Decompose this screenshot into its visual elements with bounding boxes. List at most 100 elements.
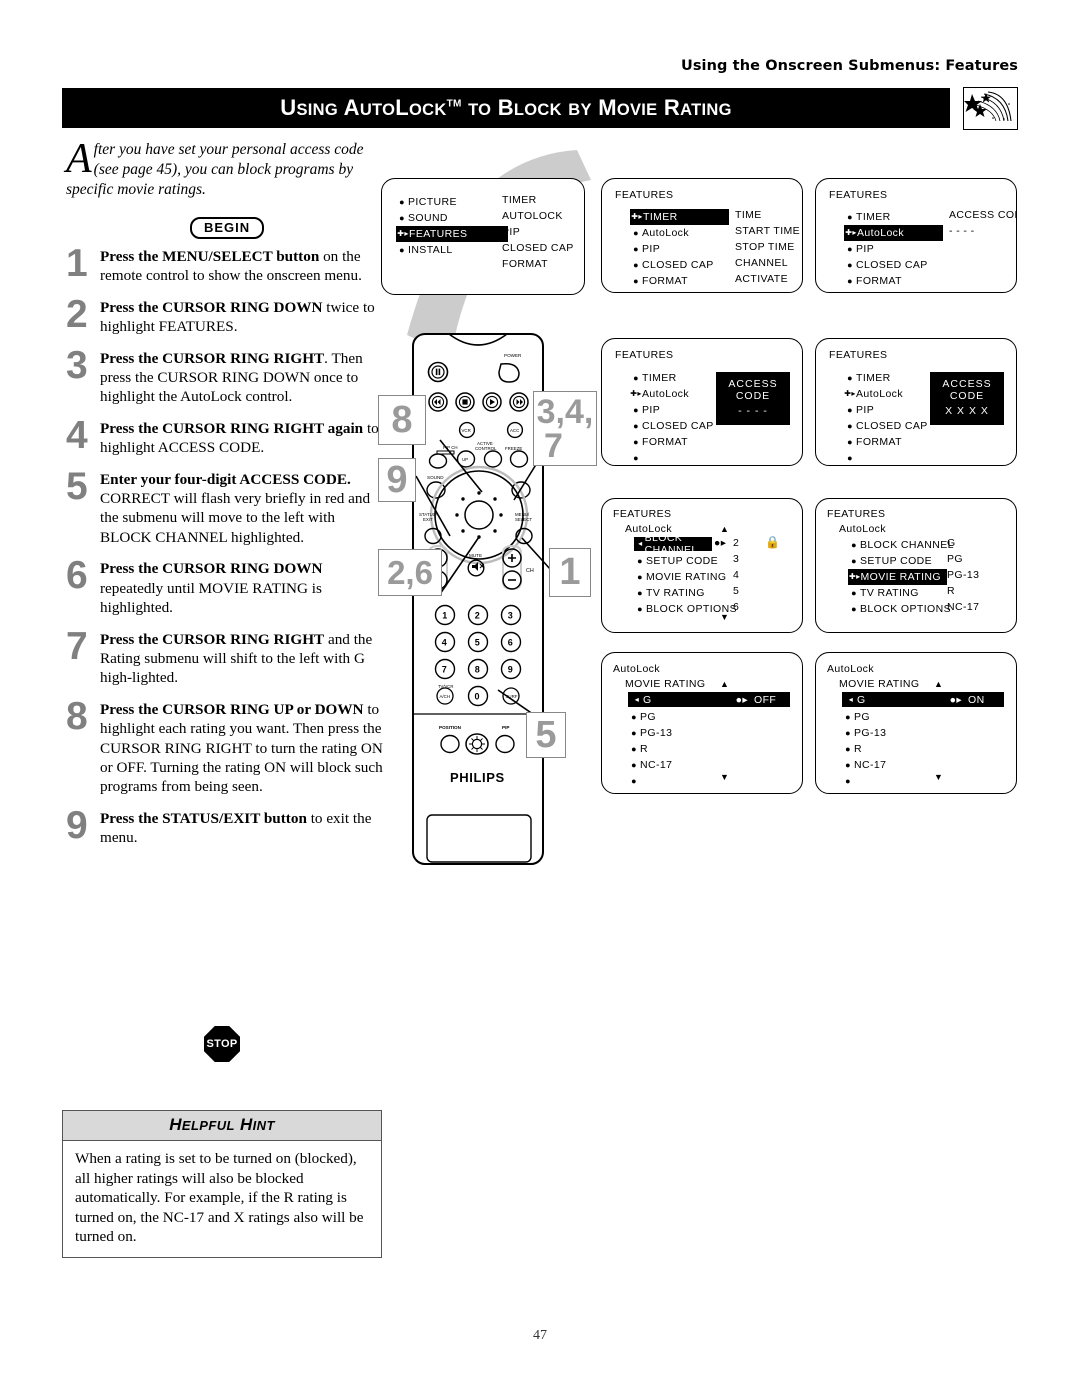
menu-item-pip[interactable]: ● PIP xyxy=(630,402,714,418)
menu-item-block-options[interactable]: ● BLOCK OPTIONS xyxy=(848,601,954,617)
menu-item-label: CLOSED CAP xyxy=(856,420,928,432)
scroll-down-arrow[interactable]: ▼ xyxy=(720,613,729,622)
rating-label: R xyxy=(640,743,648,755)
helpful-hint-box: HELPFUL HINT When a rating is set to be … xyxy=(62,1110,382,1258)
rating-item-pg[interactable]: ● PG xyxy=(842,709,886,725)
screen-features-timer: FEATURES ✚▸ TIMER ● AutoLock ● PIP ● CLOSED … xyxy=(601,178,803,293)
bullet-icon: ● xyxy=(847,453,853,463)
bullet-icon: ● xyxy=(847,437,853,447)
menu-item-autolock[interactable]: ✚▸ AutoLock xyxy=(844,225,943,241)
access-code-title: ACCESS CODE xyxy=(728,378,778,402)
rating-item-r[interactable]: ● R xyxy=(628,741,672,757)
step-text: Press the STATUS/EXIT button to exit the… xyxy=(100,807,386,848)
rating-item-pg13[interactable]: ● PG-13 xyxy=(628,725,672,741)
step-text: Press the CURSOR RING RIGHT again to hig… xyxy=(100,417,386,458)
rating-value: OFF xyxy=(754,693,777,706)
features-left-column: ✚▸ TIMER ● AutoLock ● PIP ● CLOSED CAP ● FORM… xyxy=(630,209,729,292)
scroll-up-arrow[interactable]: ▲ xyxy=(720,680,729,689)
rating-item-nc17[interactable]: ● NC-17 xyxy=(842,757,886,773)
step-bold: Press the CURSOR RING UP or DOWN xyxy=(100,700,364,718)
screen-subheader: MOVIE RATING xyxy=(839,678,920,690)
bullet-icon: ● xyxy=(851,540,857,550)
bullet-icon: ● xyxy=(633,453,639,463)
menu-item-value: PG-13 xyxy=(947,569,980,581)
menu-item-tv-rating[interactable]: ● TV RATING xyxy=(634,585,737,601)
menu-item-format[interactable]: ● FORMAT xyxy=(844,273,943,289)
step-bold: Press the CURSOR RING DOWN xyxy=(100,560,323,578)
menu-item-autolock[interactable]: ✚▸ AutoLock xyxy=(630,386,714,402)
menu-item-closed-cap[interactable]: ● CLOSED CAP xyxy=(630,257,729,273)
features-right-column: ACCESS CODE - - - - xyxy=(949,209,1016,241)
step-text: Enter your four-digit ACCESS CODE. CORRE… xyxy=(100,468,386,548)
menu-item-timer[interactable]: ● TIMER xyxy=(844,209,943,225)
menu-item-format[interactable]: ● FORMAT xyxy=(630,273,729,289)
menu-item-movie-rating[interactable]: ● MOVIE RATING xyxy=(634,569,737,585)
step-text: Press the CURSOR RING RIGHT and the Rati… xyxy=(100,628,386,688)
step-number: 6 xyxy=(66,554,88,598)
rating-item-nc17[interactable]: ● NC-17 xyxy=(628,757,672,773)
menu-item-timer[interactable]: ✚▸ TIMER xyxy=(630,209,729,225)
menu-item-timer[interactable]: ● TIMER xyxy=(844,370,928,386)
step-bold: Press the CURSOR RING DOWN xyxy=(100,298,323,316)
rating-label: PG-13 xyxy=(640,727,673,739)
scroll-down-arrow[interactable]: ▼ xyxy=(934,773,943,782)
menu-item-value: 5 xyxy=(733,585,740,597)
rating-item-r[interactable]: ● R xyxy=(842,741,886,757)
access-code-value: X X X X xyxy=(945,405,989,417)
menu-item-label: TIMER xyxy=(856,372,891,384)
callout-label: 8 xyxy=(391,398,413,441)
menu-item-label: PICTURE xyxy=(408,196,457,208)
menu-item-tv-rating[interactable]: ● TV RATING xyxy=(848,585,954,601)
menu-item-block-channel[interactable]: ◂ BLOCK CHANNEL xyxy=(634,532,712,556)
menu-item-pip[interactable]: ● PIP xyxy=(844,402,928,418)
menu-item-closed-cap[interactable]: ● CLOSED CAP xyxy=(630,418,714,434)
submenu-label: AUTOLOCK xyxy=(502,210,563,222)
menu-item-label: SOUND xyxy=(408,212,448,224)
bullet-icon: ● xyxy=(633,244,639,254)
cursor-right-icon: ●▸ xyxy=(735,693,748,706)
scroll-up-arrow[interactable]: ▲ xyxy=(934,680,943,689)
menu-item-autolock[interactable]: ● AutoLock xyxy=(630,225,729,241)
stop-label: STOP xyxy=(206,1038,238,1050)
menu-item-timer[interactable]: ● TIMER xyxy=(630,370,714,386)
menu-item-label: BLOCK OPTIONS xyxy=(860,603,951,615)
rating-item-pg13[interactable]: ● PG-13 xyxy=(842,725,886,741)
menu-item-movie-rating[interactable]: ✚▸ MOVIE RATING xyxy=(848,569,954,585)
menu-item-picture[interactable]: ● PICTURE xyxy=(396,194,508,210)
screen-rating-off: AutoLock MOVIE RATING ▲ ◂ G ●▸ OFF ● PG ● P… xyxy=(601,652,803,794)
features-left-column: ● TIMER ✚▸ AutoLock ● PIP ● CLOSED CAP ● FORM… xyxy=(844,370,928,465)
menu-item-label: SETUP CODE xyxy=(646,555,719,567)
callout-9: 9 xyxy=(378,458,416,502)
screen-header: FEATURES xyxy=(827,508,886,520)
menu-item-autolock[interactable]: ✚▸ AutoLock xyxy=(844,386,928,402)
features-left-column: ● TIMER ✚▸ AutoLock ● PIP ● CLOSED CAP ● FORM… xyxy=(844,209,943,292)
cursor-ring-icon: ✚▸ xyxy=(631,212,643,221)
menu-item-format[interactable]: ● FORMAT xyxy=(630,434,714,450)
menu-item-setup-code[interactable]: ● SETUP CODE xyxy=(634,553,737,569)
menu-item-pip[interactable]: ● PIP xyxy=(630,241,729,257)
rating-item-g[interactable]: ◂ G ●▸ ON xyxy=(842,692,1004,707)
menu-item-label: TV RATING xyxy=(860,587,919,599)
rating-item-g[interactable]: ◂ G ●▸ OFF xyxy=(628,692,790,707)
block-channel-value: 2 xyxy=(733,537,740,549)
menu-item-features[interactable]: ✚▸ FEATURES xyxy=(396,226,508,242)
rating-item-pg[interactable]: ● PG xyxy=(628,709,672,725)
callout-2-6: 2,6 xyxy=(378,549,442,596)
menu-item-install[interactable]: ● INSTALL xyxy=(396,242,508,258)
step-item: 8 Press the CURSOR RING UP or DOWN to hi… xyxy=(66,697,386,797)
menu-item-value: 3 xyxy=(733,553,740,565)
scroll-down-arrow[interactable]: ▼ xyxy=(720,773,729,782)
menu-item-block-channel[interactable]: ● BLOCK CHANNEL xyxy=(848,537,954,553)
scroll-up-arrow[interactable]: ▲ xyxy=(720,525,729,534)
menu-item-format[interactable]: ● FORMAT xyxy=(844,434,928,450)
menu-item-label: TV RATING xyxy=(646,587,705,599)
menu-item-pip[interactable]: ● PIP xyxy=(844,241,943,257)
cursor-ring-icon: ✚▸ xyxy=(397,229,409,238)
bullet-icon: ● xyxy=(633,373,639,383)
menu-item-setup-code[interactable]: ● SETUP CODE xyxy=(848,553,954,569)
menu-item-sound[interactable]: ● SOUND xyxy=(396,210,508,226)
screen-header: FEATURES xyxy=(829,189,888,201)
step-item: 2 Press the CURSOR RING DOWN twice to hi… xyxy=(66,295,386,337)
menu-item-closed-cap[interactable]: ● CLOSED CAP xyxy=(844,418,928,434)
menu-item-closed-cap[interactable]: ● CLOSED CAP xyxy=(844,257,943,273)
